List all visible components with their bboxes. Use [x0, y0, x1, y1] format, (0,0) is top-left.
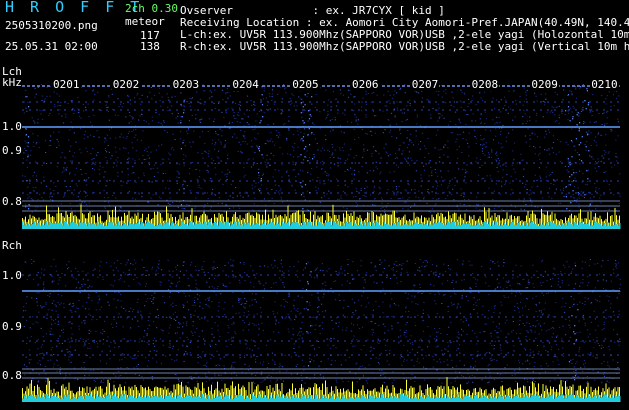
level-bars: [22, 377, 621, 402]
version-label: 2ch 0.30: [125, 2, 178, 15]
app-title: H R O F F T: [5, 0, 140, 16]
time-label-0208: 0208: [470, 78, 500, 91]
rch-description: R-ch:ex. UV5R 113.900Mhz(SAPPORO VOR)USB…: [180, 40, 629, 53]
noise-field: [22, 84, 621, 213]
level-bars: [22, 204, 621, 229]
time-label-0207: 0207: [410, 78, 440, 91]
datetime-label: 25.05.31 02:00: [5, 40, 98, 53]
rch-label: Rch: [2, 239, 22, 252]
rch-spectrogram: [22, 259, 621, 402]
rch-count: 138: [140, 40, 160, 53]
hrofft-window: H R O F F T 2ch 0.30 2505310200.png mete…: [0, 0, 629, 410]
time-label-0205: 0205: [291, 78, 320, 91]
time-label-0206: 0206: [351, 78, 380, 91]
time-label-0210: 0210: [590, 78, 619, 91]
filename-label: 2505310200.png: [5, 19, 98, 32]
category-label: meteor: [125, 15, 165, 28]
time-label-0209: 0209: [530, 78, 559, 91]
time-label-0204: 0204: [231, 78, 260, 91]
noise-field: [23, 259, 621, 384]
time-label-0202: 0202: [111, 78, 141, 91]
time-label-0203: 0203: [171, 78, 201, 91]
lch-spectrogram: [22, 84, 621, 229]
time-label-0201: 0201: [52, 78, 81, 91]
